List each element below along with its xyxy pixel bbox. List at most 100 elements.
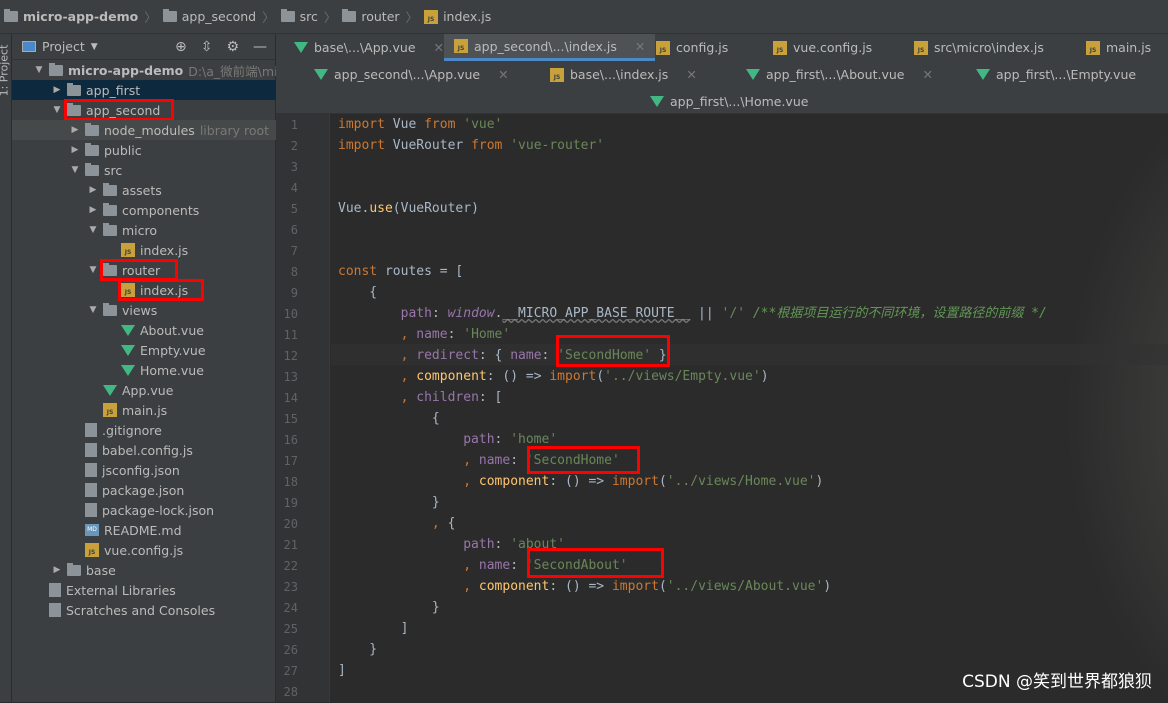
code-token: , xyxy=(463,453,479,468)
collapsed-arrow-icon[interactable]: ▶ xyxy=(52,85,62,95)
tree-item[interactable]: ▼ router xyxy=(12,259,276,281)
tree-item[interactable]: ▶ assets xyxy=(12,180,276,200)
code-token: , xyxy=(431,516,448,531)
tree-item[interactable]: App.vue xyxy=(12,380,276,400)
expanded-arrow-icon[interactable]: ▼ xyxy=(70,165,80,175)
code-token: { xyxy=(447,516,456,531)
code-token: component xyxy=(478,474,550,489)
code-line: path: 'home' xyxy=(338,429,557,450)
code-token: Vue. xyxy=(338,201,370,216)
tree-item[interactable]: ▼ micro xyxy=(12,220,276,240)
collapsed-arrow-icon[interactable]: ▶ xyxy=(52,565,62,575)
crosshair-icon[interactable]: ⊕ xyxy=(175,39,187,55)
project-stripe-button[interactable]: 1: Project xyxy=(0,45,10,97)
code-token: } xyxy=(338,600,440,615)
line-number: 18 xyxy=(283,475,298,489)
editor-tab[interactable]: JS config.js xyxy=(646,34,738,61)
file-icon xyxy=(85,463,97,477)
tree-item[interactable]: babel.config.js xyxy=(12,440,276,460)
collapsed-arrow-icon[interactable]: ▶ xyxy=(70,125,80,135)
line-number: 2 xyxy=(290,139,298,153)
folder-icon xyxy=(103,302,117,316)
tree-item[interactable]: .gitignore xyxy=(12,420,276,440)
expanded-arrow-icon[interactable]: ▼ xyxy=(52,105,62,115)
project-view-selector[interactable]: Project xyxy=(42,39,85,54)
editor-tab[interactable]: app_first\...\Home.vue xyxy=(640,88,818,115)
close-icon[interactable]: ✕ xyxy=(686,67,696,82)
expanded-arrow-icon[interactable]: ▼ xyxy=(88,225,98,235)
code-line: , children: [ xyxy=(338,387,503,408)
tree-item[interactable]: Scratches and Consoles xyxy=(12,600,276,620)
line-number: 17 xyxy=(283,454,298,468)
highlight-box xyxy=(118,279,204,301)
tree-item[interactable]: jsconfig.json xyxy=(12,460,276,480)
tree-item[interactable]: ▼ src xyxy=(12,160,276,180)
editor-tab[interactable]: JS base\...\index.js ✕ xyxy=(540,61,707,88)
editor-tab[interactable]: JS main.js xyxy=(1076,34,1161,61)
tool-window-stripe[interactable]: 1: Project xyxy=(0,34,12,702)
code-line: ] xyxy=(338,618,409,639)
tree-item[interactable]: ▼ views xyxy=(12,300,276,320)
tree-item[interactable]: package.json xyxy=(12,480,276,500)
tree-item[interactable]: ▶ base xyxy=(12,560,276,580)
breadcrumb-item[interactable]: JS index.js xyxy=(424,9,491,24)
close-icon[interactable]: ✕ xyxy=(434,40,444,55)
folder-icon xyxy=(85,142,99,156)
tree-item[interactable]: ▼ micro-app-demo D:\a_微前端\micro-a xyxy=(12,60,309,80)
line-number: 25 xyxy=(283,622,298,636)
chevron-down-icon[interactable]: ▼ xyxy=(91,42,98,52)
tree-item[interactable]: MD README.md xyxy=(12,520,276,540)
watermark: CSDN @笑到世界都狼狈 xyxy=(962,672,1152,692)
tree-item[interactable]: ▶ node_modules library root xyxy=(12,120,276,140)
breadcrumb-item[interactable]: src xyxy=(280,9,318,24)
tree-item[interactable]: About.vue xyxy=(12,320,276,340)
code-editor[interactable]: 1 2 3 4 5 6 7 8 9 10 11 12 13 14 15 16 17 18 19 20 21 22 23 24 2… xyxy=(276,114,1168,702)
tree-item-label: .gitignore xyxy=(102,422,162,438)
expanded-arrow-icon[interactable]: ▼ xyxy=(88,305,98,315)
close-icon[interactable]: ✕ xyxy=(635,39,645,54)
tree-item[interactable]: JS vue.config.js xyxy=(12,540,276,560)
tree-item[interactable]: ▶ public xyxy=(12,140,276,160)
editor-tab[interactable]: app_first\...\Empty.vue xyxy=(966,61,1146,88)
expanded-arrow-icon[interactable]: ▼ xyxy=(88,265,98,275)
tree-item[interactable]: Empty.vue xyxy=(12,340,276,360)
tree-item-label: index.js xyxy=(140,242,189,258)
editor-tab[interactable]: JS src\micro\index.js xyxy=(904,34,1054,61)
minimize-icon[interactable]: — xyxy=(253,39,267,55)
breadcrumb-label: src xyxy=(299,9,318,24)
breadcrumb-item[interactable]: app_second xyxy=(162,9,256,24)
close-icon[interactable]: ✕ xyxy=(498,67,508,82)
breadcrumb-item[interactable]: micro-app-demo xyxy=(4,9,138,24)
editor-tab[interactable]: app_second\...\App.vue ✕ xyxy=(304,61,519,88)
tree-item-label: vue.config.js xyxy=(104,542,184,558)
collapsed-arrow-icon[interactable]: ▶ xyxy=(88,185,98,195)
tree-item[interactable]: JS index.js xyxy=(12,279,276,301)
breadcrumb-item[interactable]: router xyxy=(342,9,400,24)
expanded-arrow-icon[interactable]: ▼ xyxy=(34,65,44,75)
editor-tab[interactable]: base\...\App.vue ✕ xyxy=(284,34,454,61)
tree-item[interactable]: package-lock.json xyxy=(12,500,276,520)
tree-item[interactable]: ▶ components xyxy=(12,200,276,220)
code-token: , xyxy=(463,558,479,573)
editor-tab[interactable]: JS vue.config.js xyxy=(763,34,882,61)
tree-item[interactable]: ▼ app_second xyxy=(12,99,276,121)
collapsed-arrow-icon[interactable]: ▶ xyxy=(70,145,80,155)
tree-item[interactable]: ▶ app_first xyxy=(12,80,276,100)
collapse-icon[interactable]: ⇳ xyxy=(201,39,213,55)
collapsed-arrow-icon[interactable]: ▶ xyxy=(88,205,98,215)
editor-tab[interactable]: JS app_second\...\index.js ✕ xyxy=(444,34,656,61)
close-icon[interactable]: ✕ xyxy=(923,67,933,82)
code-line: { xyxy=(338,408,440,429)
tree-item[interactable]: JS index.js xyxy=(12,240,276,260)
code-token: 'vue-router' xyxy=(510,138,605,153)
tree-item[interactable]: Home.vue xyxy=(12,360,276,380)
gear-icon[interactable]: ⚙ xyxy=(226,39,239,55)
tree-item[interactable]: External Libraries xyxy=(12,580,276,600)
editor-tab[interactable]: app_first\...\About.vue ✕ xyxy=(736,61,943,88)
tree-item[interactable]: JS main.js xyxy=(12,400,276,420)
